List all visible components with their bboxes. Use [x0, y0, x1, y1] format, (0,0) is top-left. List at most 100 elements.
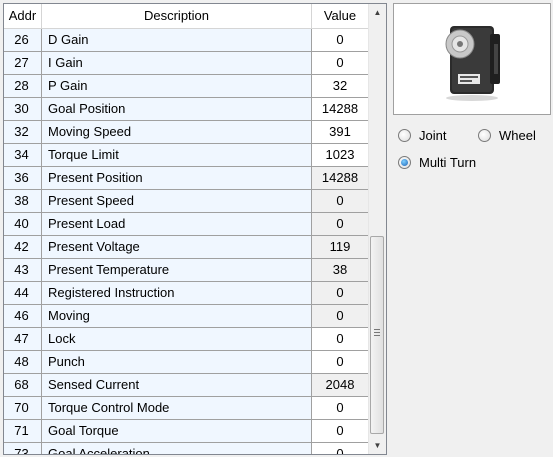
description-cell: Present Speed — [42, 190, 312, 213]
description-cell: Present Temperature — [42, 259, 312, 282]
description-cell: Goal Torque — [42, 420, 312, 443]
value-cell-readonly: 38 — [312, 259, 369, 282]
table-row[interactable]: 40 Present Load 0 — [4, 213, 369, 236]
header-value[interactable]: Value — [312, 4, 369, 28]
value-cell-readonly: 0 — [312, 190, 369, 213]
description-cell: P Gain — [42, 75, 312, 98]
addr-cell: 44 — [4, 282, 42, 305]
description-cell: Moving — [42, 305, 312, 328]
table-row[interactable]: 46 Moving 0 — [4, 305, 369, 328]
table-row[interactable]: 27 I Gain 0 — [4, 52, 369, 75]
table-row[interactable]: 42 Present Voltage 119 — [4, 236, 369, 259]
control-table: Addr Description Value 26 D Gain 0 27 I Gain… — [3, 3, 387, 455]
description-cell: Lock — [42, 328, 312, 351]
scroll-down-button[interactable]: ▼ — [369, 437, 386, 454]
addr-cell: 34 — [4, 144, 42, 167]
table-row[interactable]: 26 D Gain 0 — [4, 29, 369, 52]
description-cell: Torque Limit — [42, 144, 312, 167]
addr-cell: 36 — [4, 167, 42, 190]
value-cell-editable[interactable]: 0 — [312, 397, 369, 420]
description-cell: D Gain — [42, 29, 312, 52]
value-cell-readonly: 119 — [312, 236, 369, 259]
value-cell-editable[interactable]: 0 — [312, 328, 369, 351]
vertical-scrollbar[interactable]: ▲ ▼ — [368, 4, 386, 454]
addr-cell: 42 — [4, 236, 42, 259]
value-cell-editable[interactable]: 0 — [312, 443, 369, 454]
table-row[interactable]: 32 Moving Speed 391 — [4, 121, 369, 144]
value-cell-editable[interactable]: 32 — [312, 75, 369, 98]
addr-cell: 46 — [4, 305, 42, 328]
radio-unchecked-icon — [478, 128, 491, 142]
mode-multi-turn-label: Multi Turn — [419, 154, 477, 170]
description-cell: Registered Instruction — [42, 282, 312, 305]
table-row[interactable]: 73 Goal Acceleration 0 — [4, 443, 369, 454]
radio-checked-icon — [398, 155, 411, 169]
addr-cell: 28 — [4, 75, 42, 98]
addr-cell: 73 — [4, 443, 42, 454]
table-row[interactable]: 43 Present Temperature 38 — [4, 259, 369, 282]
value-cell-editable[interactable]: 391 — [312, 121, 369, 144]
servo-preview-box — [393, 3, 551, 115]
radio-unchecked-icon — [398, 128, 411, 142]
table-row[interactable]: 68 Sensed Current 2048 — [4, 374, 369, 397]
addr-cell: 43 — [4, 259, 42, 282]
addr-cell: 27 — [4, 52, 42, 75]
table-row[interactable]: 71 Goal Torque 0 — [4, 420, 369, 443]
addr-cell: 30 — [4, 98, 42, 121]
description-cell: I Gain — [42, 52, 312, 75]
table-header: Addr Description Value — [4, 4, 369, 29]
value-cell-editable[interactable]: 0 — [312, 29, 369, 52]
table-row[interactable]: 44 Registered Instruction 0 — [4, 282, 369, 305]
addr-cell: 26 — [4, 29, 42, 52]
description-cell: Present Position — [42, 167, 312, 190]
table-rows: 26 D Gain 0 27 I Gain 0 28 P Gain 32 30 Goal Posit… — [4, 29, 369, 454]
value-cell-editable[interactable]: 14288 — [312, 98, 369, 121]
description-cell: Present Load — [42, 213, 312, 236]
value-cell-readonly: 14288 — [312, 167, 369, 190]
value-cell-readonly: 0 — [312, 213, 369, 236]
table-row[interactable]: 36 Present Position 14288 — [4, 167, 369, 190]
description-cell: Present Voltage — [42, 236, 312, 259]
control-table-body: Addr Description Value 26 D Gain 0 27 I Gain… — [4, 4, 369, 454]
addr-cell: 47 — [4, 328, 42, 351]
value-cell-editable[interactable]: 0 — [312, 420, 369, 443]
scrollbar-thumb[interactable] — [370, 236, 384, 434]
table-row[interactable]: 28 P Gain 32 — [4, 75, 369, 98]
value-cell-editable[interactable]: 1023 — [312, 144, 369, 167]
down-arrow-icon: ▼ — [373, 441, 382, 450]
scrollbar-grip-icon — [374, 329, 380, 338]
mode-wheel-label: Wheel — [499, 127, 536, 143]
table-row[interactable]: 47 Lock 0 — [4, 328, 369, 351]
mode-joint-radio[interactable]: Joint — [398, 126, 446, 144]
addr-cell: 70 — [4, 397, 42, 420]
description-cell: Goal Position — [42, 98, 312, 121]
addr-cell: 71 — [4, 420, 42, 443]
description-cell: Torque Control Mode — [42, 397, 312, 420]
value-cell-readonly: 2048 — [312, 374, 369, 397]
addr-cell: 68 — [4, 374, 42, 397]
scroll-up-button[interactable]: ▲ — [369, 4, 386, 21]
table-row[interactable]: 48 Punch 0 — [4, 351, 369, 374]
table-row[interactable]: 30 Goal Position 14288 — [4, 98, 369, 121]
up-arrow-icon: ▲ — [373, 8, 382, 17]
description-cell: Sensed Current — [42, 374, 312, 397]
value-cell-editable[interactable]: 0 — [312, 351, 369, 374]
value-cell-readonly: 0 — [312, 305, 369, 328]
table-row[interactable]: 34 Torque Limit 1023 — [4, 144, 369, 167]
description-cell: Goal Acceleration — [42, 443, 312, 454]
value-cell-editable[interactable]: 0 — [312, 52, 369, 75]
mode-wheel-radio[interactable]: Wheel — [478, 126, 536, 144]
addr-cell: 40 — [4, 213, 42, 236]
table-row[interactable]: 38 Present Speed 0 — [4, 190, 369, 213]
table-row[interactable]: 70 Torque Control Mode 0 — [4, 397, 369, 420]
servo-motor-image — [445, 26, 500, 101]
description-cell: Moving Speed — [42, 121, 312, 144]
addr-cell: 48 — [4, 351, 42, 374]
addr-cell: 38 — [4, 190, 42, 213]
description-cell: Punch — [42, 351, 312, 374]
header-description[interactable]: Description — [42, 4, 312, 28]
header-addr[interactable]: Addr — [4, 4, 42, 28]
value-cell-readonly: 0 — [312, 282, 369, 305]
addr-cell: 32 — [4, 121, 42, 144]
mode-multi-turn-radio[interactable]: Multi Turn — [398, 153, 476, 171]
